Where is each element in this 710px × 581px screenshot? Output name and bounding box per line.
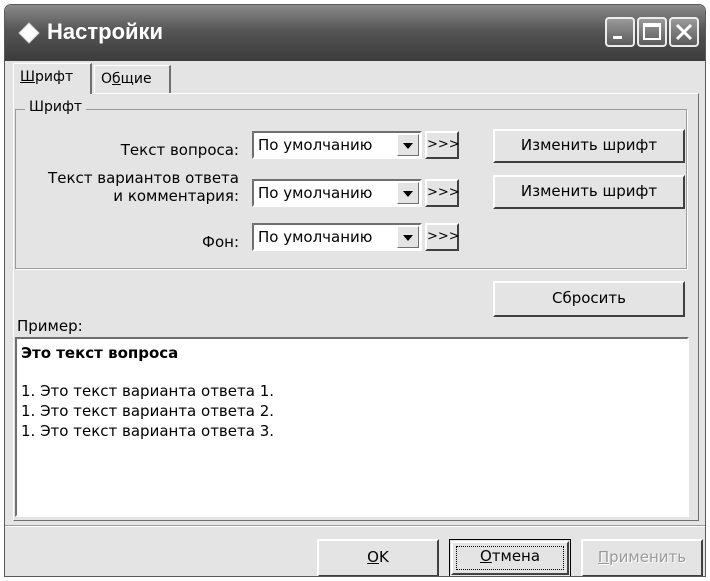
preview-answer: 1. Это текст варианта ответа 1. xyxy=(21,382,275,400)
diamond-icon xyxy=(18,22,40,44)
answers-text-label-line2: и комментария: xyxy=(113,187,239,205)
apply-button[interactable]: Применить xyxy=(581,539,703,576)
question-font-select[interactable]: По умолчанию xyxy=(252,131,422,159)
background-value: По умолчанию xyxy=(258,228,373,246)
font-group-title: Шрифт xyxy=(25,99,87,115)
tab-font-mnemonic: Ш xyxy=(20,69,35,85)
minimize-icon xyxy=(613,36,622,39)
ok-button[interactable]: OK xyxy=(317,539,439,576)
cancel-text: Отмена xyxy=(480,547,540,565)
tab-general-mnemonic: б xyxy=(112,71,121,87)
ok-label: K xyxy=(378,548,389,566)
maximize-icon xyxy=(643,23,661,40)
answers-text-label: Текст вариантов ответа и комментария: xyxy=(23,169,239,205)
answers-more-button[interactable]: >>> xyxy=(425,179,460,207)
cancel-button[interactable]: Отмена xyxy=(449,539,571,576)
answers-change-font-button[interactable]: Изменить шрифт xyxy=(493,175,685,209)
preview-answer: 1. Это текст варианта ответа 3. xyxy=(21,422,275,440)
background-select[interactable]: По умолчанию xyxy=(252,223,422,251)
minimize-button[interactable] xyxy=(605,17,635,47)
settings-dialog: Настройки Шрифт Общие Шрифт Текст вопрос… xyxy=(4,4,706,577)
close-button[interactable] xyxy=(669,17,699,47)
tab-general-label-start: О xyxy=(101,71,113,87)
tab-general-label: щие xyxy=(120,71,152,87)
question-change-font-button[interactable]: Изменить шрифт xyxy=(493,129,685,163)
maximize-button[interactable] xyxy=(637,17,667,47)
window-title: Настройки xyxy=(47,19,164,44)
apply-label: рименить xyxy=(609,548,687,566)
background-more-button[interactable]: >>> xyxy=(425,223,460,251)
footer-divider xyxy=(5,525,705,527)
apply-mnemonic: П xyxy=(597,548,610,566)
chevron-down-icon[interactable] xyxy=(397,182,419,204)
chevron-down-icon[interactable] xyxy=(397,134,419,156)
answers-font-value: По умолчанию xyxy=(258,184,373,202)
tab-font-label: рифт xyxy=(34,69,74,85)
preview-label: Пример: xyxy=(17,317,83,335)
cancel-label: тмена xyxy=(491,547,541,565)
background-label: Фон: xyxy=(202,233,239,251)
close-icon xyxy=(675,23,693,41)
chevron-down-icon[interactable] xyxy=(397,226,419,248)
question-text-label: Текст вопроса: xyxy=(120,141,239,159)
preview-answer: 1. Это текст варианта ответа 2. xyxy=(21,402,275,420)
ok-mnemonic: O xyxy=(367,548,379,566)
tab-font[interactable]: Шрифт xyxy=(13,63,92,94)
preview-area: Это текст вопроса 1. Это текст варианта … xyxy=(15,337,689,517)
question-font-value: По умолчанию xyxy=(258,136,373,154)
tab-general[interactable]: Общие xyxy=(94,65,171,93)
title-bar[interactable]: Настройки xyxy=(5,5,705,61)
answers-text-label-line1: Текст вариантов ответа xyxy=(48,169,239,187)
question-more-button[interactable]: >>> xyxy=(425,131,460,159)
preview-question: Это текст вопроса xyxy=(21,344,179,362)
answers-font-select[interactable]: По умолчанию xyxy=(252,179,422,207)
cancel-mnemonic: О xyxy=(479,547,492,565)
reset-button[interactable]: Сбросить xyxy=(493,281,685,317)
